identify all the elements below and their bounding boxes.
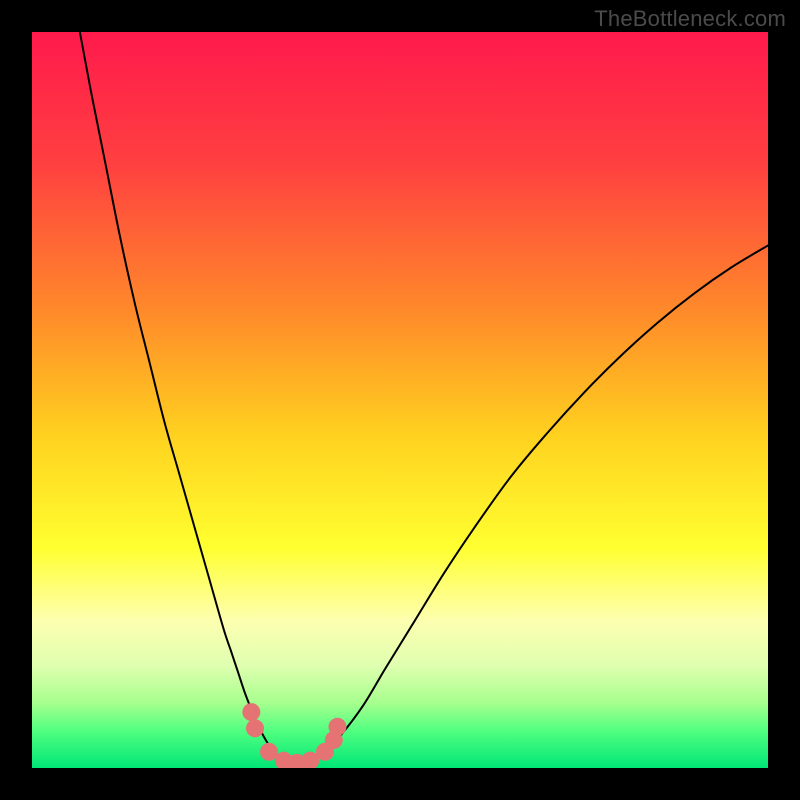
plot-area	[32, 32, 768, 768]
chart-svg	[32, 32, 768, 768]
chart-frame: TheBottleneck.com	[0, 0, 800, 800]
watermark-label: TheBottleneck.com	[594, 6, 786, 32]
marker-dot	[246, 719, 264, 737]
marker-dot	[328, 718, 346, 736]
marker-dot	[242, 703, 260, 721]
gradient-background	[32, 32, 768, 768]
